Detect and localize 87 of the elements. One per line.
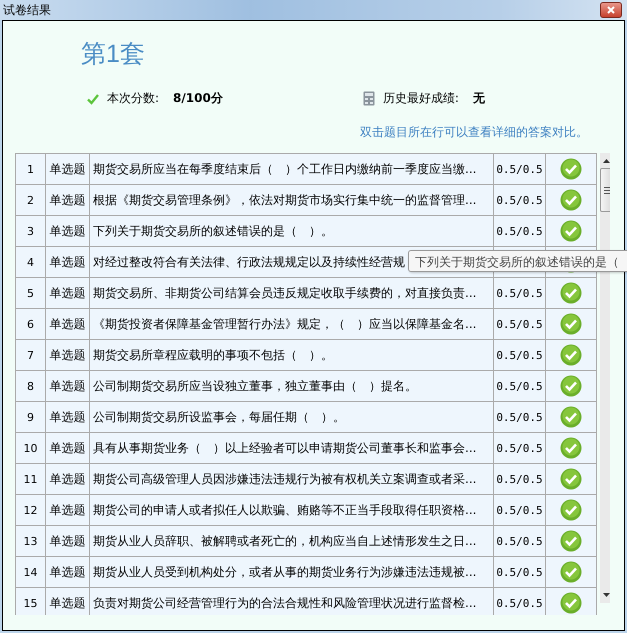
hint-text: 双击题目所在行可以查看详细的答案对比。 <box>360 124 588 141</box>
question-text: 公司制期货交易所设监事会，每届任期（ ）。 <box>90 402 494 432</box>
question-score: 0.5/0.5 <box>494 526 546 556</box>
tooltip: 下列关于期货交易所的叙述错误的是（ <box>408 250 627 272</box>
result-row[interactable]: 1 单选题 期货交易所应当在每季度结束后（ ）个工作日内缴纳前一季度应当缴... 0.5/0.5 <box>16 154 596 185</box>
question-text: 期货从业人员受到机构处分，或者从事的期货业务行为涉嫌违法违规被... <box>90 557 494 587</box>
best-score-label: 历史最好成绩: <box>382 90 459 107</box>
scroll-up-icon[interactable] <box>602 158 610 164</box>
question-score: 0.5/0.5 <box>494 278 546 308</box>
result-row[interactable]: 10 单选题 具有从事期货业务（ ）以上经验者可以申请期货公司董事长和监事会... 0.5/0.5 <box>16 433 596 464</box>
question-text: 期货交易所、非期货公司结算会员违反规定收取手续费的，对直接负责... <box>90 278 494 308</box>
scrollbar-thumb[interactable] <box>600 168 610 212</box>
question-number: 15 <box>16 588 46 615</box>
question-type: 单选题 <box>46 588 90 615</box>
question-number: 12 <box>16 495 46 525</box>
question-text: 下列关于期货交易所的叙述错误的是（ ）。 <box>90 216 494 246</box>
question-type: 单选题 <box>46 433 90 463</box>
question-score: 0.5/0.5 <box>494 588 546 615</box>
result-row[interactable]: 11 单选题 期货公司高级管理人员因涉嫌违法违规行为被有权机关立案调查或者采... 0.5/0.5 <box>16 464 596 495</box>
question-number: 4 <box>16 247 46 277</box>
close-icon <box>607 6 615 14</box>
question-type: 单选题 <box>46 154 90 184</box>
question-text: 期货交易所章程应载明的事项不包括（ ）。 <box>90 340 494 370</box>
result-row[interactable]: 15 单选题 负责对期货公司经营管理行为的合法合规性和风险管理状况进行监督检... 0.5/0.5 <box>16 588 596 615</box>
question-type: 单选题 <box>46 526 90 556</box>
question-score: 0.5/0.5 <box>494 216 546 246</box>
question-number: 8 <box>16 371 46 401</box>
close-button[interactable] <box>600 2 622 18</box>
question-score: 0.5/0.5 <box>494 185 546 215</box>
question-type: 单选题 <box>46 557 90 587</box>
result-row[interactable]: 3 单选题 下列关于期货交易所的叙述错误的是（ ）。 0.5/0.5 <box>16 216 596 247</box>
result-row[interactable]: 14 单选题 期货从业人员受到机构处分，或者从事的期货业务行为涉嫌违法违规被... 0.5/0.5 <box>16 557 596 588</box>
question-score: 0.5/0.5 <box>494 464 546 494</box>
question-type: 单选题 <box>46 309 90 339</box>
question-text: 负责对期货公司经营管理行为的合法合规性和风险管理状况进行监督检... <box>90 588 494 615</box>
calculator-icon <box>362 91 375 106</box>
question-type: 单选题 <box>46 216 90 246</box>
question-number: 3 <box>16 216 46 246</box>
question-text: 《期货投资者保障基金管理暂行办法》规定，（ ）应当以保障基金名... <box>90 309 494 339</box>
result-row[interactable]: 7 单选题 期货交易所章程应载明的事项不包括（ ）。 0.5/0.5 <box>16 340 596 371</box>
question-number: 13 <box>16 526 46 556</box>
question-number: 14 <box>16 557 46 587</box>
question-text: 期货公司高级管理人员因涉嫌违法违规行为被有权机关立案调查或者采... <box>90 464 494 494</box>
question-score: 0.5/0.5 <box>494 340 546 370</box>
question-number: 2 <box>16 185 46 215</box>
result-row[interactable]: 9 单选题 公司制期货交易所设监事会，每届任期（ ）。 0.5/0.5 <box>16 402 596 433</box>
question-type: 单选题 <box>46 340 90 370</box>
question-type: 单选题 <box>46 371 90 401</box>
question-score: 0.5/0.5 <box>494 371 546 401</box>
set-heading: 第1套 <box>81 39 146 70</box>
question-score: 0.5/0.5 <box>494 402 546 432</box>
best-score-value: 无 <box>472 90 485 107</box>
result-row[interactable]: 12 单选题 期货公司的申请人或者拟任人以欺骗、贿赂等不正当手段取得任职资格... 0.5/0.5 <box>16 495 596 526</box>
question-text: 公司制期货交易所应当设独立董事，独立董事由（ ）提名。 <box>90 371 494 401</box>
question-number: 7 <box>16 340 46 370</box>
question-number: 9 <box>16 402 46 432</box>
question-text: 期货从业人员辞职、被解聘或者死亡的，机构应当自上述情形发生之日... <box>90 526 494 556</box>
question-text: 根据《期货交易管理条例》，依法对期货市场实行集中统一的监督管理... <box>90 185 494 215</box>
scroll-down-icon[interactable] <box>602 592 610 598</box>
question-number: 1 <box>16 154 46 184</box>
question-type: 单选题 <box>46 495 90 525</box>
window-title: 试卷结果 <box>3 2 51 18</box>
result-row[interactable]: 8 单选题 公司制期货交易所应当设独立董事，独立董事由（ ）提名。 0.5/0.5 <box>16 371 596 402</box>
question-text: 期货交易所应当在每季度结束后（ ）个工作日内缴纳前一季度应当缴... <box>90 154 494 184</box>
question-number: 11 <box>16 464 46 494</box>
question-type: 单选题 <box>46 402 90 432</box>
question-score: 0.5/0.5 <box>494 495 546 525</box>
question-number: 5 <box>16 278 46 308</box>
score-value: 8/100分 <box>173 90 223 107</box>
result-row[interactable]: 5 单选题 期货交易所、非期货公司结算会员违反规定收取手续费的，对直接负责... 0.5/0.5 <box>16 278 596 309</box>
question-score: 0.5/0.5 <box>494 557 546 587</box>
result-row[interactable]: 6 单选题 《期货投资者保障基金管理暂行办法》规定，（ ）应当以保障基金名... 0.5/0.5 <box>16 309 596 340</box>
question-type: 单选题 <box>46 247 90 277</box>
check-icon <box>87 92 99 104</box>
question-text: 具有从事期货业务（ ）以上经验者可以申请期货公司董事长和监事会... <box>90 433 494 463</box>
result-row[interactable]: 13 单选题 期货从业人员辞职、被解聘或者死亡的，机构应当自上述情形发生之日... 0.5/0.5 <box>16 526 596 557</box>
score-label: 本次分数: <box>107 90 160 107</box>
question-number: 6 <box>16 309 46 339</box>
question-type: 单选题 <box>46 185 90 215</box>
question-score: 0.5/0.5 <box>494 309 546 339</box>
question-score: 0.5/0.5 <box>494 154 546 184</box>
question-type: 单选题 <box>46 464 90 494</box>
question-score: 0.5/0.5 <box>494 433 546 463</box>
result-row[interactable]: 2 单选题 根据《期货交易管理条例》，依法对期货市场实行集中统一的监督管理... 0.5/0.5 <box>16 185 596 216</box>
question-type: 单选题 <box>46 278 90 308</box>
question-number: 10 <box>16 433 46 463</box>
question-text: 期货公司的申请人或者拟任人以欺骗、贿赂等不正当手段取得任职资格... <box>90 495 494 525</box>
